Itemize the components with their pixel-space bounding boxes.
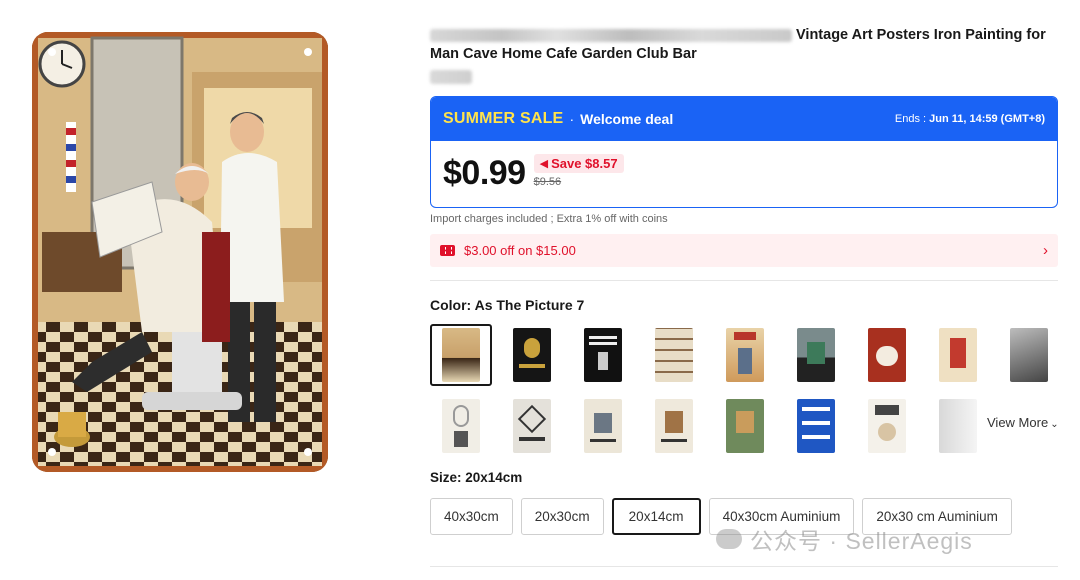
watermark: 公众号 · SellerAegis xyxy=(716,522,973,556)
coupon-text: $3.00 off on $15.00 xyxy=(464,243,576,258)
swatch-cat-barber-2[interactable] xyxy=(643,395,705,457)
import-charges-note: Import charges included ; Extra 1% off w… xyxy=(430,213,668,225)
swatch-barber-shop-scissors[interactable] xyxy=(501,395,563,457)
current-price: $0.99 xyxy=(443,154,526,192)
view-more-link[interactable]: View More ⌄ xyxy=(987,415,1059,430)
sale-banner: SUMMER SALE · Welcome deal Ends : Jun 11… xyxy=(431,97,1057,141)
price-row: $0.99 ◀ Save $8.57 $9.56 xyxy=(431,141,1057,205)
save-badge: ◀ Save $8.57 xyxy=(533,154,624,173)
swatch-real-men-dont-shave[interactable] xyxy=(501,324,563,386)
swatch-bw-photo[interactable] xyxy=(998,324,1060,386)
size-option-40x30cm[interactable]: 40x30cm xyxy=(430,498,513,535)
color-swatch-grid: View More ⌄ xyxy=(430,324,1060,458)
size-option-20x14cm[interactable]: 20x14cm xyxy=(611,498,701,535)
blurred-title-prefix xyxy=(430,28,792,42)
coupon-bar[interactable]: $3.00 off on $15.00 › xyxy=(430,234,1058,267)
welcome-deal-label: Welcome deal xyxy=(580,111,674,127)
swatch-dog-groomer[interactable] xyxy=(856,324,918,386)
swatch-tools-faded[interactable] xyxy=(927,395,989,457)
chevron-right-icon[interactable]: › xyxy=(1043,242,1048,259)
swatch-pinup-barber[interactable] xyxy=(927,324,989,386)
size-option-20x30cm[interactable]: 20x30cm xyxy=(520,498,604,535)
sale-ends: Ends : Jun 11, 14:59 (GMT+8) xyxy=(895,113,1045,125)
swatch-these-are-my-weapons[interactable] xyxy=(572,324,634,386)
swatch-barber-shop-checker[interactable] xyxy=(785,324,847,386)
tag-icon: ◀ xyxy=(539,158,549,170)
swatch-i-cut-hair-dog[interactable] xyxy=(856,395,918,457)
swatch-i-will-cut-you[interactable] xyxy=(785,395,847,457)
product-title: Vintage Art Posters Iron Painting for Ma… xyxy=(430,26,1060,64)
sale-ends-label: Ends : xyxy=(894,113,927,125)
savings-column: ◀ Save $8.57 $9.56 xyxy=(533,154,624,188)
color-label: Color: As The Picture 7 xyxy=(430,297,585,313)
product-info-panel: Vintage Art Posters Iron Painting for Ma… xyxy=(430,26,1060,535)
swatch-cat-barber-3[interactable] xyxy=(714,395,776,457)
product-main-image[interactable] xyxy=(32,32,328,472)
sale-separator: · xyxy=(569,111,575,127)
swatch-mirror-chair[interactable] xyxy=(430,395,492,457)
divider xyxy=(430,280,1058,281)
swatch-tattoo-barber[interactable] xyxy=(714,324,776,386)
size-label: Size: 20x14cm xyxy=(430,470,523,485)
coupon-icon xyxy=(440,245,455,256)
sale-tag: SUMMER SALE xyxy=(443,110,564,127)
view-more-label: View More xyxy=(987,415,1049,430)
blurred-rating xyxy=(430,70,472,84)
swatch-cat-barber-1[interactable] xyxy=(572,395,634,457)
save-amount: Save $8.57 xyxy=(551,156,618,171)
divider-bottom xyxy=(430,566,1058,567)
chevron-down-icon: ⌄ xyxy=(1050,419,1059,430)
watermark-text: 公众号 · SellerAegis xyxy=(750,528,973,554)
swatch-beard-styles[interactable] xyxy=(643,324,705,386)
original-price: $9.56 xyxy=(533,176,562,188)
wechat-icon xyxy=(716,529,742,549)
sale-ends-value: Jun 11, 14:59 (GMT+8) xyxy=(929,113,1045,125)
swatch-barber-scene[interactable] xyxy=(430,324,492,386)
sale-price-box: SUMMER SALE · Welcome deal Ends : Jun 11… xyxy=(430,96,1058,208)
